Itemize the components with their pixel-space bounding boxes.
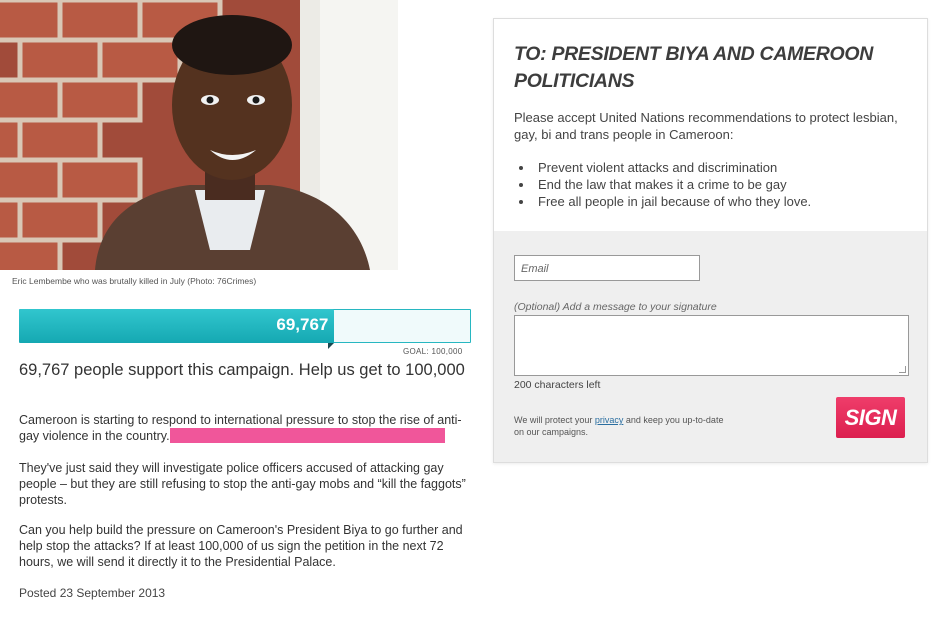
- demand-item: Free all people in jail because of who t…: [534, 193, 811, 210]
- support-headline: 69,767 people support this campaign. Hel…: [19, 361, 465, 379]
- article-paragraph-2: They've just said they will investigate …: [19, 461, 466, 507]
- demands-list: Prevent violent attacks and discriminati…: [514, 159, 811, 210]
- petition-panel: TO: PRESIDENT BIYA AND CAMEROON POLITICI…: [493, 18, 928, 463]
- article-paragraph-1: Cameroon is starting to respond to inter…: [19, 413, 462, 443]
- petition-target: TO: PRESIDENT BIYA AND CAMEROON POLITICI…: [494, 19, 927, 231]
- posted-date: Posted 23 September 2013: [19, 586, 166, 600]
- petition-title: TO: PRESIDENT BIYA AND CAMEROON POLITICI…: [514, 43, 874, 92]
- petition-intro: Please accept United Nations recommendat…: [514, 110, 898, 142]
- privacy-note: We will protect your privacy and keep yo…: [514, 415, 724, 437]
- characters-left: 200 characters left: [514, 379, 601, 391]
- photo-caption: Eric Lembembe who was brutally killed in…: [12, 276, 257, 286]
- signature-count: 69,767: [276, 315, 329, 334]
- message-label: (Optional) Add a message to your signatu…: [514, 301, 717, 313]
- article-paragraph-3: Can you help build the pressure on Camer…: [19, 523, 463, 569]
- email-field[interactable]: Email: [514, 255, 700, 281]
- signature-form: Email (Optional) Add a message to your s…: [494, 231, 927, 462]
- goal-label: GOAL: 100,000: [403, 347, 463, 356]
- progress-fill: 69,767: [19, 309, 335, 349]
- sign-button[interactable]: SIGN: [836, 397, 905, 438]
- resize-handle-icon[interactable]: [899, 366, 906, 373]
- demand-item: End the law that makes it a crime to be …: [534, 176, 811, 193]
- signature-progress-bar: 69,767: [19, 309, 471, 349]
- campaign-photo: [0, 0, 398, 270]
- demand-item: Prevent violent attacks and discriminati…: [534, 159, 811, 176]
- message-textarea[interactable]: [514, 315, 909, 376]
- highlight-mark: [169, 428, 445, 443]
- privacy-link[interactable]: privacy: [595, 415, 624, 425]
